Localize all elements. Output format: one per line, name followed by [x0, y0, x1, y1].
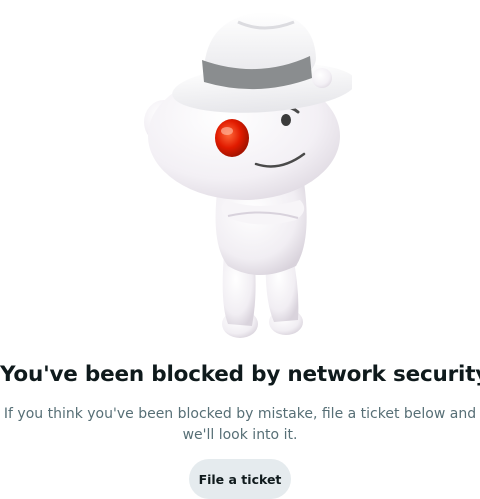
- file-ticket-button[interactable]: File a ticket: [189, 459, 291, 499]
- block-page: You've been blocked by network security.…: [0, 0, 480, 499]
- page-title: You've been blocked by network security.: [0, 362, 480, 387]
- snoo-detective-mascot-icon: [144, 12, 352, 338]
- block-description-line-1: If you think you've been blocked by mist…: [3, 406, 477, 422]
- block-description: If you think you've been blocked by mist…: [0, 404, 480, 446]
- block-description-line-2: we'll look into it.: [182, 427, 298, 443]
